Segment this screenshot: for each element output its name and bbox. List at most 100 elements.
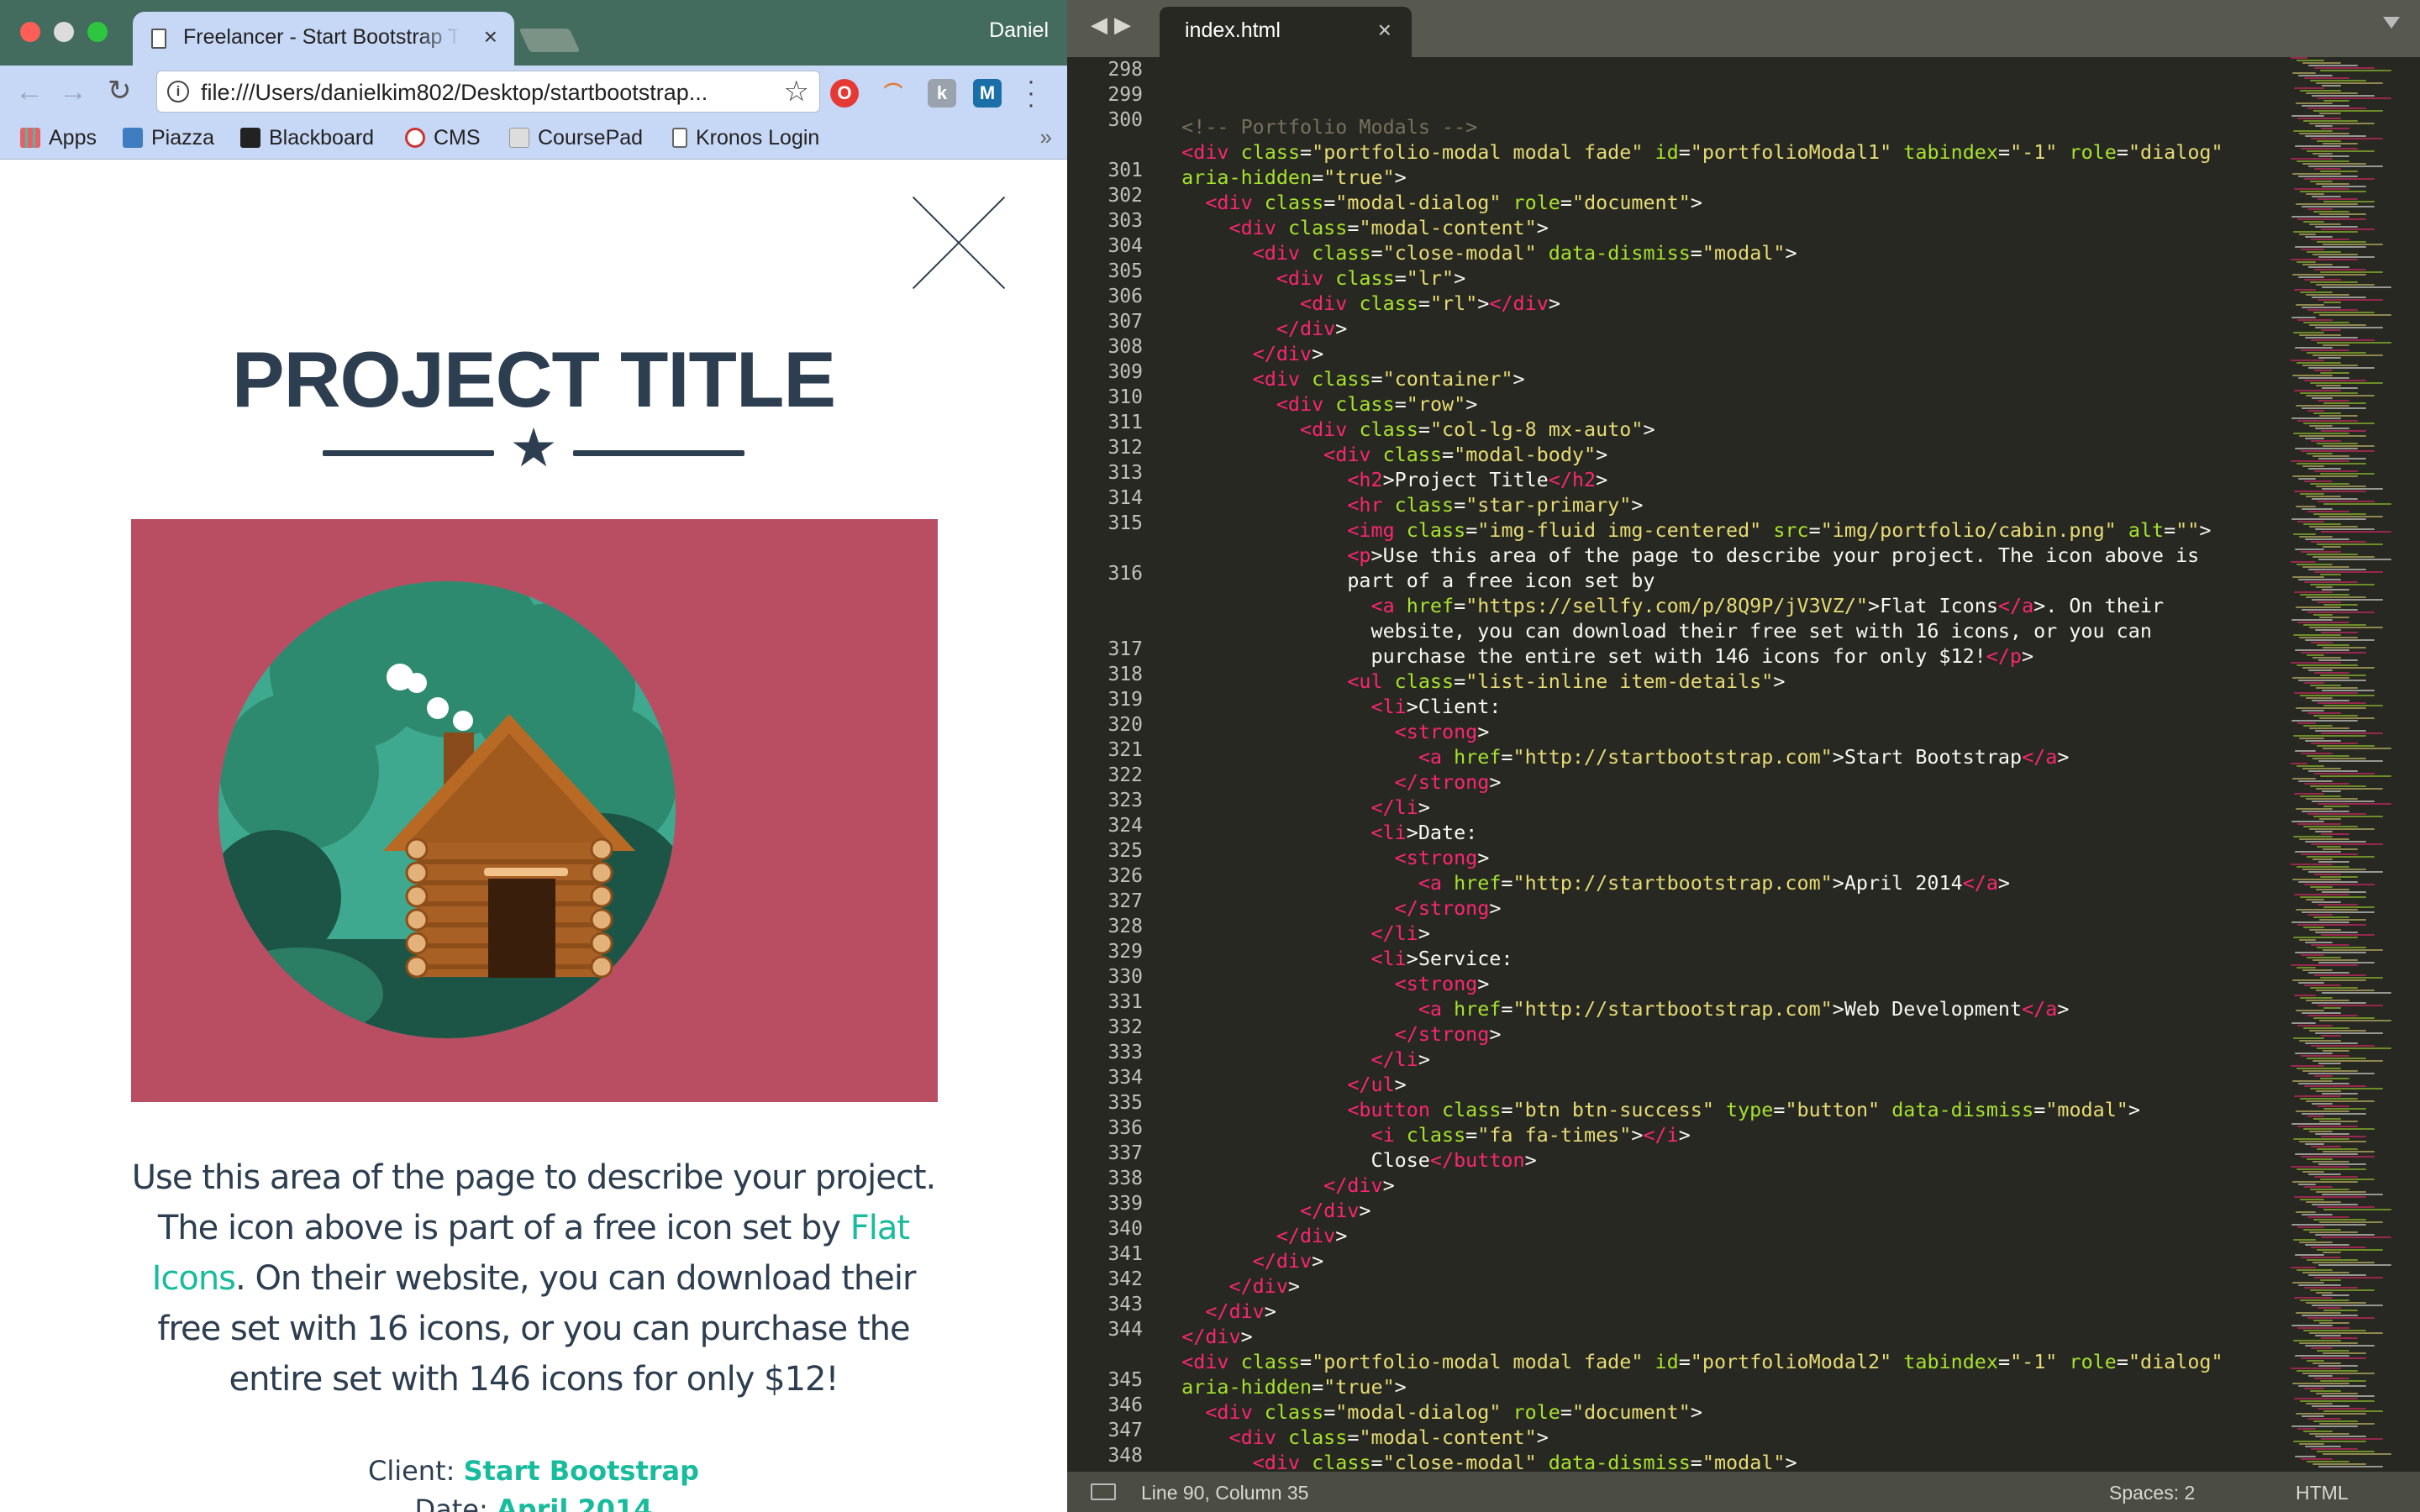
minimap-line: [2311, 1146, 2341, 1147]
line-number: 335: [1107, 1092, 1143, 1114]
minimap-line: [2307, 612, 2375, 613]
close-modal-icon[interactable]: [913, 197, 1005, 289]
bookmark-piazza[interactable]: Piazza: [123, 126, 214, 150]
line-number: 327: [1107, 890, 1143, 912]
minimap-line: [2293, 332, 2324, 333]
editor-tab-close-icon[interactable]: ×: [1378, 17, 1392, 44]
minimap-line: [2306, 1100, 2375, 1102]
browser-tab[interactable]: Freelancer - Start Bootstrap Th ×: [133, 12, 514, 66]
bookmark-blackboard[interactable]: Blackboard: [240, 126, 374, 150]
minimap-line: [2317, 501, 2375, 502]
minimap-line: [2312, 801, 2375, 802]
minimap-line: [2310, 1088, 2383, 1089]
indentation-setting[interactable]: Spaces: 2: [2109, 1482, 2195, 1504]
address-bar[interactable]: i file:///Users/danielkim802/Desktop/sta…: [156, 71, 820, 113]
minimap-line: [2317, 1451, 2375, 1452]
panel-toggle-icon[interactable]: [1091, 1483, 1116, 1500]
minimap-line: [2298, 377, 2349, 379]
minimap-line: [2297, 622, 2349, 623]
minimap-line: [2316, 385, 2341, 386]
minimap-line: [2291, 115, 2324, 117]
code-area[interactable]: <!-- Portfolio Modals --> <div class="po…: [1158, 57, 2420, 1490]
minimap-line: [2313, 1017, 2375, 1019]
minimap-line: [2295, 851, 2341, 853]
bookmark-star-icon[interactable]: ☆: [784, 75, 809, 108]
minimap-line: [2311, 1347, 2333, 1349]
minimap-line: [2298, 1184, 2316, 1185]
bookmark-kronos[interactable]: Kronos Login: [672, 126, 819, 150]
minimap-line: [2313, 715, 2358, 717]
tab-dropdown-icon[interactable]: [2383, 17, 2400, 29]
new-tab-button[interactable]: [518, 29, 581, 52]
minimap-line: [2323, 1352, 2366, 1354]
minimap-line: [2312, 1103, 2333, 1105]
window-close-button[interactable]: [20, 22, 40, 42]
opera-extension-icon[interactable]: O: [830, 79, 859, 108]
minimap-line: [2303, 1027, 2349, 1029]
minimap-line: [2298, 75, 2333, 76]
code-line: <strong>: [1394, 720, 1490, 743]
minimap-line: [2296, 808, 2333, 810]
client-link[interactable]: Start Bootstrap: [464, 1455, 699, 1487]
minimap-line: [2323, 302, 2341, 303]
minimap-line: [2295, 1254, 2324, 1256]
minimap-line: [2322, 1093, 2358, 1095]
minimap-line: [2304, 1186, 2333, 1188]
minimap-line: [2312, 901, 2341, 903]
minimap-line: [2299, 1443, 2324, 1445]
minimap-line: [2311, 743, 2358, 744]
syntax-mode[interactable]: HTML: [2296, 1482, 2349, 1504]
minimap-line: [2322, 891, 2366, 893]
line-number: 330: [1107, 966, 1143, 988]
minimap-line: [2305, 1244, 2349, 1246]
minimap-line: [2293, 1037, 2324, 1039]
code-minimap[interactable]: [2284, 57, 2420, 1490]
bookmark-label: Blackboard: [269, 126, 375, 150]
minimap-line: [2314, 269, 2366, 270]
minimap-line: [2298, 176, 2358, 177]
minimap-line: [2317, 745, 2375, 747]
bookmark-cms[interactable]: CMS: [405, 126, 481, 150]
minimap-line: [2294, 87, 2324, 89]
minimap-line: [2314, 370, 2333, 371]
minimap-line: [2307, 554, 2358, 555]
tab-close-icon[interactable]: ×: [484, 24, 497, 50]
tab-nav-arrows-icon[interactable]: ◀▶: [1091, 12, 1138, 38]
browser-menu-icon[interactable]: · · ·: [1027, 69, 1035, 118]
minimap-line: [2291, 216, 2349, 218]
minimap-line: [2296, 405, 2349, 407]
reload-icon[interactable]: ↻: [108, 74, 132, 108]
minimap-line: [2302, 465, 2324, 467]
minimap-line: [2312, 297, 2366, 298]
bookmark-coursepad[interactable]: CoursePad: [509, 126, 643, 150]
extension-icon[interactable]: k: [928, 79, 956, 108]
m-extension-icon[interactable]: M: [973, 79, 1002, 108]
window-maximize-button[interactable]: [87, 22, 108, 42]
info-icon[interactable]: i: [167, 81, 189, 102]
minimap-line: [2309, 1231, 2358, 1233]
minimap-line: [2323, 1209, 2391, 1210]
forward-arrow-icon[interactable]: →: [59, 76, 87, 108]
bookmarks-more-icon[interactable]: »: [1040, 124, 1052, 150]
back-arrow-icon[interactable]: ←: [15, 76, 44, 108]
minimap-line: [2323, 1007, 2341, 1009]
minimap-line: [2299, 133, 2349, 134]
address-bar-url[interactable]: file:///Users/danielkim802/Desktop/start…: [201, 80, 781, 106]
minimap-line: [2291, 259, 2358, 260]
minimap-line: [2320, 574, 2341, 575]
minimap-line: [2296, 1413, 2366, 1415]
rainbow-extension-icon[interactable]: ⌒: [879, 79, 908, 108]
window-minimize-button[interactable]: [54, 22, 74, 42]
minimap-line: [2301, 1458, 2333, 1460]
minimap-line: [2321, 329, 2341, 331]
minimap-line: [2309, 929, 2341, 931]
minimap-line: [2297, 722, 2316, 724]
date-link[interactable]: April 2014: [497, 1494, 653, 1512]
bookmark-apps[interactable]: Apps: [20, 126, 97, 150]
editor-tab[interactable]: index.html ×: [1160, 7, 1412, 57]
minimap-line: [2323, 1453, 2391, 1455]
profile-name[interactable]: Daniel: [989, 18, 1049, 43]
minimap-line: [2304, 1085, 2366, 1087]
description-text: . On their website, you can download the…: [157, 1259, 916, 1399]
minimap-line: [2318, 1365, 2358, 1367]
